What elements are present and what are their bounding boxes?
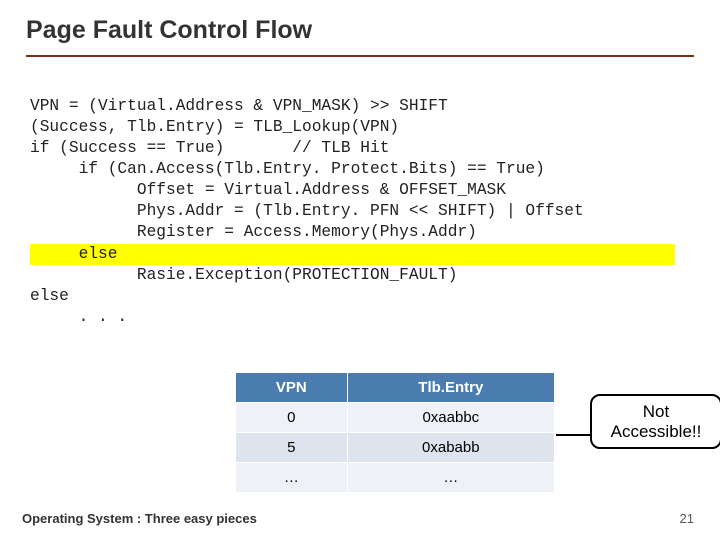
callout-connector (556, 434, 592, 436)
code-line: . . . (30, 308, 127, 326)
callout-text: Not (643, 402, 669, 421)
table-cell: 5 (236, 433, 348, 463)
code-line: (Success, Tlb.Entry) = TLB_Lookup(VPN) (30, 118, 399, 136)
table-row: … … (236, 463, 555, 493)
tlb-table: VPN Tlb.Entry 0 0xaabbc 5 0xababb … … (235, 372, 555, 493)
code-line: VPN = (Virtual.Address & VPN_MASK) >> SH… (30, 97, 448, 115)
table-row: 0 0xaabbc (236, 403, 555, 433)
page-number: 21 (680, 511, 694, 526)
page-title: Page Fault Control Flow (26, 16, 312, 44)
code-line: if (Success == True) // TLB Hit (30, 139, 389, 157)
code-line-highlight: else (30, 244, 675, 265)
callout-text: Accessible!! (611, 422, 702, 441)
table-header: VPN (236, 373, 348, 403)
table-header: Tlb.Entry (347, 373, 554, 403)
footer-text: Operating System : Three easy pieces (22, 511, 257, 526)
table-cell: 0 (236, 403, 348, 433)
code-line: Rasie.Exception(PROTECTION_FAULT) (30, 266, 457, 284)
code-block: VPN = (Virtual.Address & VPN_MASK) >> SH… (30, 75, 690, 328)
table-cell: 0xababb (347, 433, 554, 463)
callout-box: Not Accessible!! (590, 394, 720, 449)
table-cell: 0xaabbc (347, 403, 554, 433)
code-line: Register = Access.Memory(Phys.Addr) (30, 223, 477, 241)
table-row: 5 0xababb (236, 433, 555, 463)
table-cell: … (347, 463, 554, 493)
code-line: if (Can.Access(Tlb.Entry. Protect.Bits) … (30, 160, 545, 178)
code-line: Phys.Addr = (Tlb.Entry. PFN << SHIFT) | … (30, 202, 584, 220)
code-line: else (30, 287, 69, 305)
table-cell: … (236, 463, 348, 493)
title-underline (26, 55, 694, 57)
code-line: Offset = Virtual.Address & OFFSET_MASK (30, 181, 506, 199)
